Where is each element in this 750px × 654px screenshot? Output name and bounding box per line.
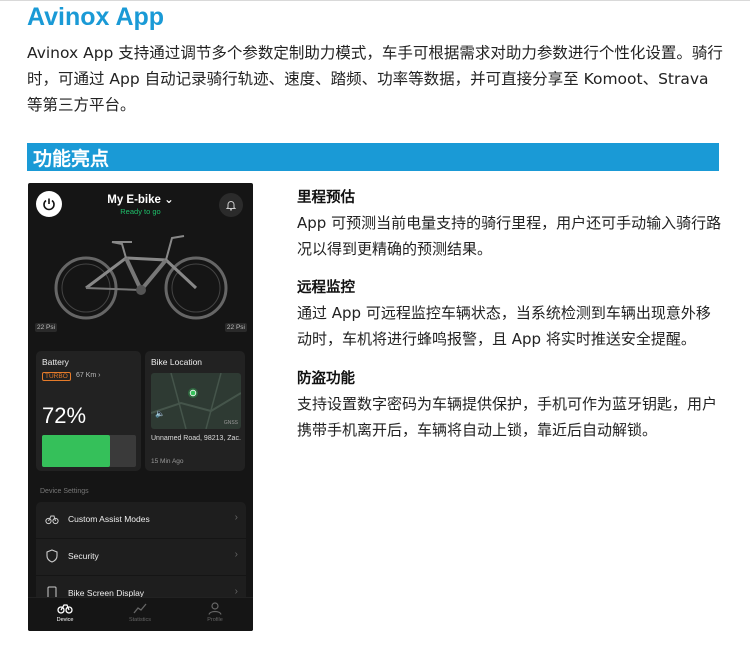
location-time: 15 Min Ago (151, 458, 184, 465)
front-tire-pressure: 22 Psi (224, 323, 247, 332)
feature-title-monitoring: 远程监控 (297, 280, 355, 296)
feature-title-range: 里程预估 (297, 190, 355, 206)
bottom-tab-bar: Device Statistics Profile (28, 597, 253, 631)
page-title: Avinox App (27, 3, 165, 31)
section-header: 功能亮点 (27, 143, 719, 171)
app-screenshot: My E-bike ⌄ Ready to go 22 Psi 22 Psi Ba… (28, 183, 253, 631)
bell-icon (225, 201, 237, 211)
tab-label: Device (56, 617, 74, 623)
notification-button[interactable] (219, 193, 243, 217)
gnss-label: GNSS (223, 420, 238, 426)
feature-text-range: App 可预测当前电量支持的骑行里程，用户还可手动输入骑行路况以得到更精确的预测… (297, 214, 722, 258)
assist-mode-badge: TURBO (42, 372, 71, 381)
setting-label: Security (68, 551, 99, 561)
chevron-right-icon: › (234, 512, 238, 523)
bike-gear-icon (45, 515, 59, 525)
tab-statistics[interactable]: Statistics (115, 602, 165, 623)
location-card[interactable]: Bike Location 🔈 GNSS Unnamed Road, 98213… (145, 351, 245, 471)
feature-text-antitheft: 支持设置数字密码为车辆提供保护，手机可作为蓝牙钥匙，用户携带手机离开后，车辆将自… (297, 395, 718, 439)
tab-device[interactable]: Device (40, 602, 90, 623)
map-preview: 🔈 GNSS (151, 373, 241, 429)
battery-title: Battery (42, 357, 69, 367)
intro-paragraph: Avinox App 支持通过调节多个参数定制助力模式，车手可根据需求对助力参数… (27, 44, 723, 114)
tab-label: Profile (207, 617, 223, 623)
bike-address: Unnamed Road, 98213, Zac. (151, 435, 241, 442)
tab-profile[interactable]: Profile (190, 602, 240, 623)
top-divider (0, 0, 750, 1)
shield-icon (46, 549, 58, 563)
chart-icon (133, 603, 147, 614)
range-estimate: 67 Km › (76, 372, 101, 379)
location-title: Bike Location (151, 357, 203, 367)
chevron-right-icon: › (234, 549, 238, 560)
setting-label: Custom Assist Modes (68, 514, 150, 524)
tab-label: Statistics (128, 617, 151, 623)
section-title: 功能亮点 (33, 148, 110, 170)
battery-bar (42, 435, 136, 467)
rear-tire-pressure: 22 Psi (35, 323, 58, 332)
feature-text-monitoring: 通过 App 可远程监控车辆状态，当系统检测到车辆出现意外移动时，车机将进行蜂鸣… (297, 304, 711, 348)
bike-image (54, 235, 228, 320)
bike-icon (57, 604, 73, 614)
person-icon (208, 602, 222, 615)
speaker-icon: 🔈 (155, 409, 165, 418)
chevron-right-icon: › (234, 586, 238, 597)
setting-bike-screen-display[interactable]: Bike Screen Display › (36, 576, 246, 598)
setting-custom-assist-modes[interactable]: Custom Assist Modes › (36, 502, 246, 538)
setting-security[interactable]: Security › (36, 539, 246, 575)
battery-card[interactable]: Battery TURBO 67 Km › 72% (36, 351, 141, 471)
battery-bar-fill (42, 435, 110, 467)
feature-title-antitheft: 防盗功能 (297, 371, 355, 387)
device-settings-label: Device Settings (40, 488, 89, 495)
battery-percent: 72% (42, 403, 87, 428)
